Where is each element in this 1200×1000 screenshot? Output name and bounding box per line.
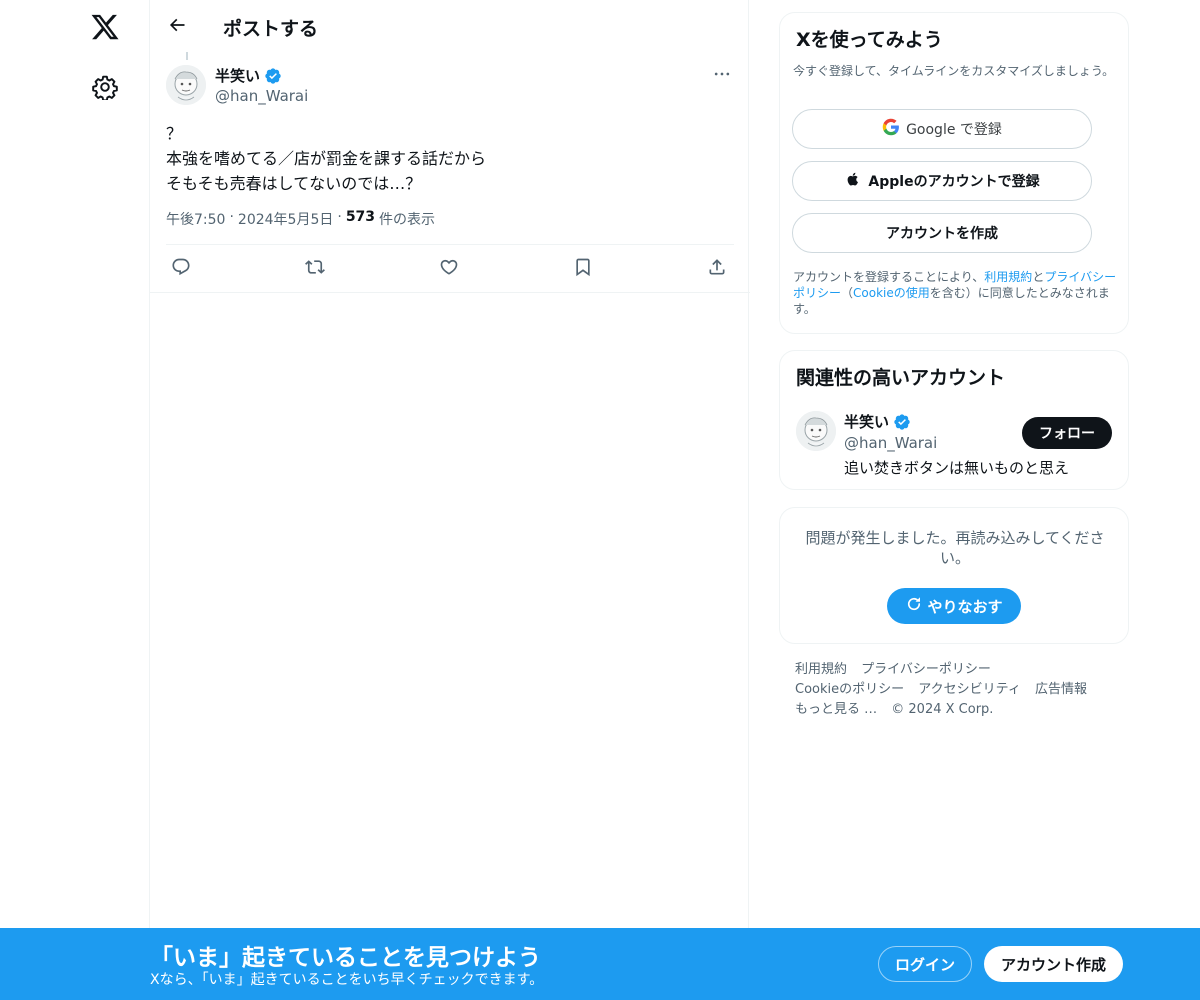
error-card: 問題が発生しました。再読み込みしてください。 やりなおす [779, 507, 1129, 644]
reply-icon [171, 257, 191, 281]
follow-button[interactable]: フォロー [1022, 417, 1112, 449]
avatar[interactable] [796, 411, 836, 451]
create-account-button[interactable]: アカウントを作成 [792, 213, 1092, 253]
author-name-text: 半笑い [215, 67, 261, 85]
author-handle[interactable]: @han_Warai [215, 87, 308, 105]
related-accounts-card: 関連性の高いアカウント 半笑い @han_Warai 追い焚きボタンは無いものと… [779, 350, 1129, 490]
google-signup-label: Google で登録 [906, 122, 1002, 138]
post-date[interactable]: 2024年5月5日 [238, 209, 333, 229]
refresh-icon [905, 595, 923, 617]
post-text: ？ 本強を嗜めてる／店が罰金を課する話だから そもそも売春はしてないのでは…？ [166, 121, 736, 196]
reply-button[interactable] [166, 255, 196, 283]
terms-notice: アカウントを登録することにより、利用規約とプライバシーポリシー（Cookieの使… [793, 269, 1121, 317]
retry-label: やりなおす [927, 597, 1003, 616]
bookmark-button[interactable] [568, 255, 598, 283]
footer-terms-link[interactable]: 利用規約 [795, 662, 847, 677]
signup-banner: 「いま」起きていることを見つけよう Xなら、「いま」起きていることをいち早くチェ… [0, 928, 1200, 1000]
google-signup-button[interactable]: Google で登録 [792, 109, 1092, 149]
footer-cookie-link[interactable]: Cookieのポリシー [795, 682, 904, 697]
meta-separator: · [337, 209, 342, 225]
author-name[interactable]: 半笑い [215, 65, 282, 86]
views-label: 件の表示 [379, 212, 436, 228]
terms-and: と [1032, 270, 1045, 284]
related-account-bio: 追い焚きボタンは無いものと思え [844, 459, 1070, 477]
banner-title: 「いま」起きていることを見つけよう [150, 945, 541, 971]
post-actions [166, 255, 734, 283]
left-nav [0, 0, 150, 1000]
retry-button[interactable]: やりなおす [887, 588, 1021, 624]
footer-ads-link[interactable]: 広告情報 [1035, 682, 1087, 697]
page-header: ポストする [150, 0, 750, 53]
share-icon [707, 257, 727, 281]
meta-separator: · [229, 209, 234, 225]
related-account-name[interactable]: 半笑い [844, 411, 911, 432]
divider [150, 292, 750, 293]
post-time[interactable]: 午後7:50 [166, 209, 225, 229]
terms-link[interactable]: 利用規約 [984, 270, 1032, 284]
main-column: ポストする 半笑い @han_Warai ？ 本強を嗜めてる／店が罰金を課する話… [149, 0, 750, 1000]
like-icon [439, 257, 459, 281]
views-count: 573 [345, 209, 376, 225]
back-button[interactable] [162, 12, 192, 42]
back-arrow-icon [167, 15, 187, 39]
footer-copyright: © 2024 X Corp. [891, 702, 994, 717]
join-subtitle: 今すぐ登録して、タイムラインをカスタマイズしましょう。 [793, 64, 1115, 78]
apple-icon [844, 170, 862, 192]
verified-badge-icon [264, 67, 282, 85]
bookmark-icon [573, 257, 593, 281]
apple-signup-button[interactable]: Appleのアカウントで登録 [792, 161, 1092, 201]
apple-signup-label: Appleのアカウントで登録 [868, 174, 1040, 190]
footer-links: 利用規約 プライバシーポリシー Cookieのポリシー アクセシビリティ 広告情… [795, 660, 1115, 720]
post-meta: 午後7:50 · 2024年5月5日 · 573 件の表示 [166, 209, 435, 229]
terms-paren: （ [841, 286, 854, 300]
verified-badge-icon [893, 413, 911, 431]
join-card: Xを使ってみよう 今すぐ登録して、タイムラインをカスタマイズしましょう。 Goo… [779, 12, 1129, 334]
thread-line [186, 52, 188, 60]
related-title: 関連性の高いアカウント [796, 367, 1006, 389]
post-text-line: ？ [166, 124, 183, 143]
repost-icon [305, 257, 325, 281]
google-icon [882, 118, 900, 140]
footer-more-link[interactable]: もっと見る … [795, 702, 877, 717]
footer-privacy-link[interactable]: プライバシーポリシー [861, 662, 991, 677]
terms-prefix: アカウントを登録することにより、 [793, 270, 985, 284]
x-logo-icon[interactable] [90, 12, 120, 42]
post-text-line: 本強を嗜めてる／店が罰金を課する話だから [166, 149, 487, 168]
login-button[interactable]: ログイン [878, 946, 972, 982]
share-button[interactable] [702, 255, 732, 283]
error-message: 問題が発生しました。再読み込みしてください。 [805, 529, 1105, 567]
footer-accessibility-link[interactable]: アクセシビリティ [918, 682, 1021, 697]
signup-button[interactable]: アカウント作成 [984, 946, 1123, 982]
repost-button[interactable] [300, 255, 330, 283]
divider [166, 244, 734, 245]
cookie-link[interactable]: Cookieの使用 [853, 286, 930, 300]
related-name-text: 半笑い [844, 413, 890, 431]
banner-subtitle: Xなら、「いま」起きていることをいち早くチェックできます。 [150, 972, 544, 988]
more-button[interactable] [710, 66, 734, 86]
join-title: Xを使ってみよう [796, 29, 943, 51]
post-text-line: そもそも売春はしてないのでは…？ [166, 174, 422, 193]
create-account-label: アカウントを作成 [886, 226, 998, 242]
more-icon [712, 64, 732, 88]
gear-icon[interactable] [92, 74, 118, 102]
related-account-handle[interactable]: @han_Warai [844, 434, 937, 452]
page-title: ポストする [223, 18, 319, 40]
avatar[interactable] [166, 65, 206, 105]
like-button[interactable] [434, 255, 464, 283]
